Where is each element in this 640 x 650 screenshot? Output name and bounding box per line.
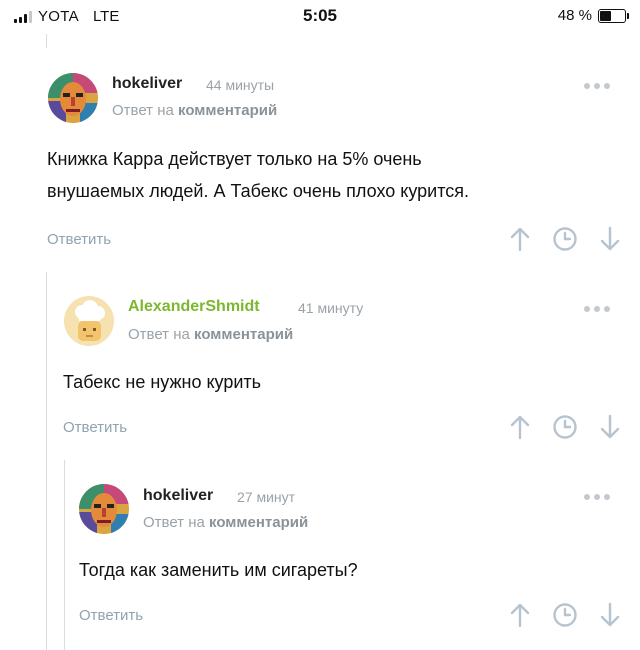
- comment-text-line: Тогда как заменить им сигареты?: [79, 560, 358, 580]
- arrow-up-icon[interactable]: [508, 414, 532, 440]
- status-bar: YOTA LTE 5:05 48 %: [0, 0, 640, 34]
- comment-time: 44 минуты: [206, 77, 275, 93]
- status-time: 5:05: [302, 6, 338, 25]
- more-dots-icon[interactable]: [584, 306, 610, 312]
- comment-text: Табекс не нужно курить: [63, 366, 261, 398]
- more-dots-icon[interactable]: [584, 83, 610, 89]
- thread-line: [64, 460, 65, 650]
- comment-text: Тогда как заменить им сигареты?: [79, 554, 358, 586]
- arrow-down-icon[interactable]: [598, 602, 622, 628]
- reply-to-link[interactable]: комментарий: [209, 514, 308, 531]
- comment-time: 41 минуту: [298, 300, 364, 316]
- chef-avatar[interactable]: [64, 296, 114, 346]
- comment-text-line: Книжка Карра действует только на 5% очен…: [47, 149, 422, 169]
- reply-to-label: Ответ на: [128, 326, 190, 343]
- reply-to-label: Ответ на: [112, 102, 174, 119]
- reply-to-line: Ответ на комментарий: [143, 514, 308, 531]
- comment-text-line: внушаемых людей. А Табекс очень плохо ку…: [47, 181, 469, 201]
- clock-icon[interactable]: [552, 414, 578, 440]
- battery-icon: [598, 8, 629, 23]
- reply-to-link[interactable]: комментарий: [178, 102, 277, 119]
- reply-button[interactable]: Ответить: [79, 607, 143, 624]
- comment-actions: [508, 602, 622, 628]
- comment-author[interactable]: AlexanderShmidt: [128, 298, 260, 316]
- abstract-face-avatar[interactable]: [79, 484, 129, 534]
- clock-icon[interactable]: [552, 602, 578, 628]
- reply-to-label: Ответ на: [143, 514, 205, 531]
- battery-percent: 48 %: [557, 7, 592, 24]
- abstract-face-avatar[interactable]: [48, 73, 98, 123]
- clock-icon[interactable]: [552, 226, 578, 252]
- reply-to-line: Ответ на комментарий: [128, 326, 293, 343]
- reply-to-line: Ответ на комментарий: [112, 102, 277, 119]
- reply-button[interactable]: Ответить: [63, 419, 127, 436]
- comment-text-line: Табекс не нужно курить: [63, 372, 262, 392]
- arrow-down-icon[interactable]: [598, 226, 622, 252]
- thread-line: [46, 34, 47, 48]
- reply-to-link[interactable]: комментарий: [194, 326, 293, 343]
- thread-line: [46, 272, 47, 650]
- reply-button[interactable]: Ответить: [47, 231, 111, 248]
- comment-author[interactable]: hokeliver: [143, 487, 213, 505]
- arrow-down-icon[interactable]: [598, 414, 622, 440]
- more-dots-icon[interactable]: [584, 494, 610, 500]
- comment-actions: [508, 414, 622, 440]
- arrow-up-icon[interactable]: [508, 602, 532, 628]
- comment-time: 27 минут: [237, 489, 296, 505]
- comment-author[interactable]: hokeliver: [112, 75, 182, 93]
- comment-actions: [508, 226, 622, 252]
- arrow-up-icon[interactable]: [508, 226, 532, 252]
- comment-text: Книжка Карра действует только на 5% очен…: [47, 143, 469, 207]
